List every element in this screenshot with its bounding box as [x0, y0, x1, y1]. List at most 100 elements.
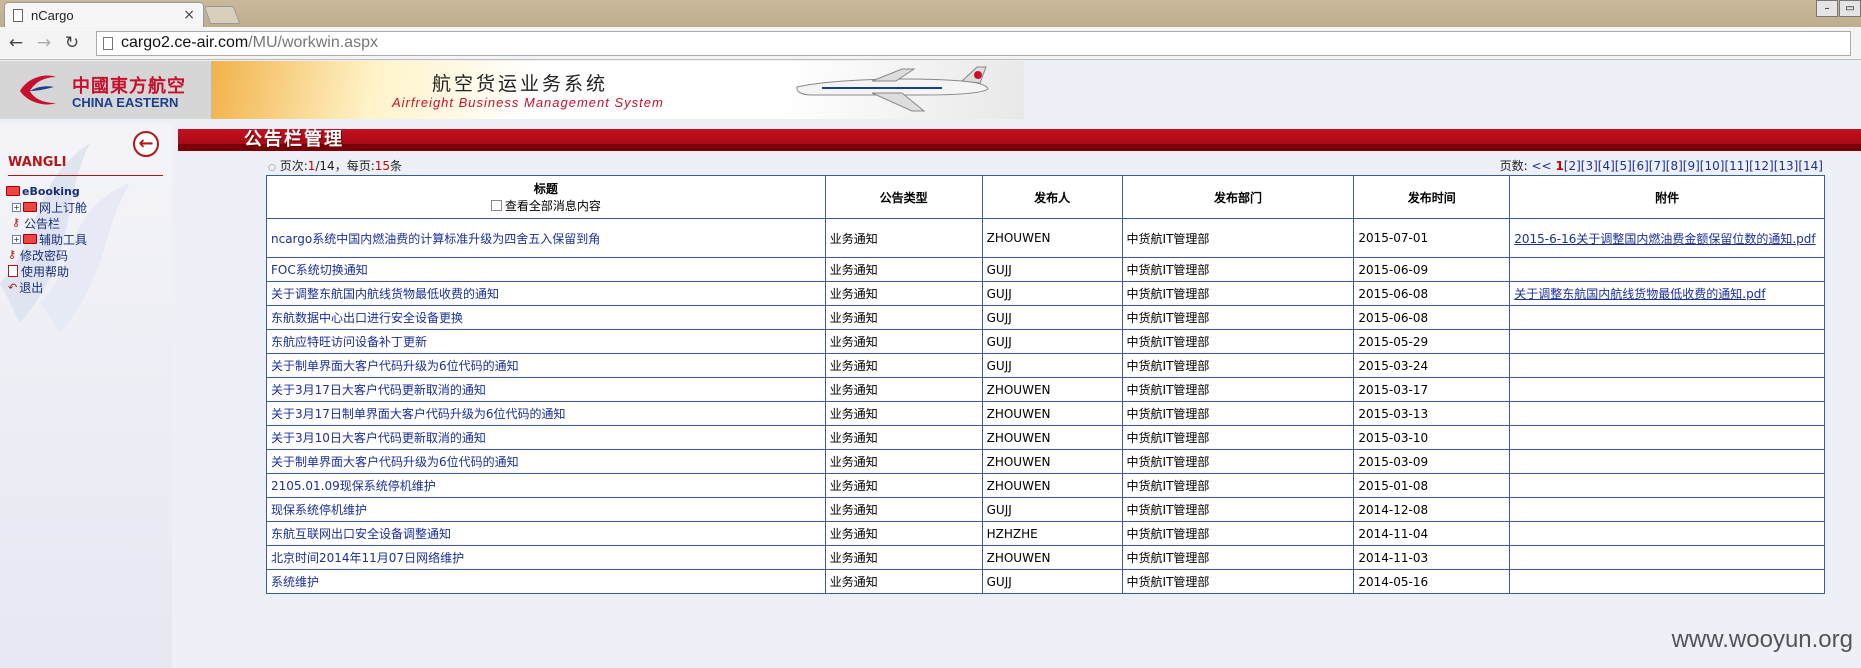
sidebar-item-ebooking[interactable]: eBooking [6, 183, 87, 199]
table-row: 关于3月17日制单界面大客户代码升级为6位代码的通知 业务通知 ZHOUWEN 中货航… [266, 401, 1825, 426]
notice-department: 中货航IT管理部 [1121, 521, 1355, 546]
prev-page-link[interactable]: << [1532, 159, 1552, 173]
per-page: 15 [374, 159, 391, 173]
notice-department: 中货航IT管理部 [1121, 377, 1355, 402]
minimize-button[interactable]: – [1816, 0, 1838, 17]
new-tab-button[interactable] [203, 6, 241, 24]
notice-type: 业务通知 [824, 569, 983, 594]
back-arrow-icon[interactable]: ← [4, 33, 28, 53]
notice-publisher: GUJJ [981, 305, 1123, 330]
attachment-link[interactable]: 2015-6-16关于调整国内燃油费金额保留位数的通知.pdf [1514, 232, 1815, 246]
page-link[interactable]: [10] [1700, 159, 1725, 173]
notice-time: 2014-05-16 [1353, 569, 1511, 594]
sidebar-item-label: eBooking [22, 184, 80, 198]
notice-publisher: GUJJ [981, 569, 1123, 594]
notice-title-link[interactable]: 现保系统停机维护 [266, 497, 826, 522]
view-all-checkbox[interactable] [490, 200, 502, 211]
key-icon: ⚷ [8, 248, 17, 261]
sidebar-item-help[interactable]: 使用帮助 [6, 263, 87, 279]
page-link[interactable]: [5] [1615, 159, 1632, 173]
table-row: FOC系统切换通知 业务通知 GUJJ 中货航IT管理部 2015-06-09 [266, 257, 1825, 282]
column-header-department: 发布部门 [1121, 175, 1355, 219]
current-page-link: 1 [1555, 159, 1564, 173]
expand-icon[interactable]: + [12, 234, 21, 244]
notice-attachment [1509, 497, 1825, 522]
collapse-sidebar-button[interactable]: ← [133, 131, 159, 157]
notice-attachment [1509, 305, 1825, 330]
notice-title-link[interactable]: 关于调整东航国内航线货物最低收费的通知 [266, 281, 826, 306]
page-link[interactable]: [13] [1774, 159, 1799, 173]
notice-department: 中货航IT管理部 [1121, 305, 1355, 330]
notice-title-link[interactable]: 关于制单界面大客户代码升级为6位代码的通知 [266, 449, 826, 474]
help-icon [8, 265, 18, 277]
sidebar-menu: eBooking + 网上订舱 ⚷ 公告栏 + 辅助工具 ⚷ 修改密码 使用帮助… [6, 183, 87, 295]
pagination: 页数: << 1[2][3][4][5][6][7][8][9][10][11]… [1500, 157, 1823, 174]
sidebar-item-tools[interactable]: + 辅助工具 [6, 231, 87, 247]
notice-title-link[interactable]: 东航互联网出口安全设备调整通知 [266, 521, 826, 546]
notice-department: 中货航IT管理部 [1121, 353, 1355, 378]
page-link[interactable]: [12] [1749, 159, 1774, 173]
section-header: 公告栏管理 [178, 129, 1861, 151]
attachment-link[interactable]: 关于调整东航国内航线货物最低收费的通知.pdf [1514, 287, 1765, 301]
page-link[interactable]: [6] [1632, 159, 1649, 173]
notice-title-link[interactable]: 2105.01.09现保系统停机维护 [266, 473, 826, 498]
sidebar-item-change-password[interactable]: ⚷ 修改密码 [6, 247, 87, 263]
swallow-logo-icon [20, 75, 56, 105]
notice-title-link[interactable]: 关于3月10日大客户代码更新取消的通知 [266, 425, 826, 450]
notice-publisher: ZHOUWEN [981, 218, 1123, 258]
page-link[interactable]: [2] [1564, 159, 1581, 173]
notice-title-link[interactable]: 关于3月17日大客户代码更新取消的通知 [266, 377, 826, 402]
page-link[interactable]: [4] [1598, 159, 1615, 173]
forward-arrow-icon[interactable]: → [32, 33, 56, 53]
page-link[interactable]: [14] [1798, 159, 1823, 173]
sidebar-item-exit[interactable]: ↶ 退出 [6, 279, 87, 295]
column-header-attachment: 附件 [1509, 175, 1825, 219]
browser-tab[interactable]: nCargo × [4, 2, 204, 27]
expand-icon[interactable]: + [12, 202, 21, 212]
notice-attachment [1509, 545, 1825, 570]
notice-title-link[interactable]: FOC系统切换通知 [266, 257, 826, 282]
banner-image: 航空货运业务系统 Airfreight Business Management … [212, 61, 1024, 119]
page-link[interactable]: [11] [1724, 159, 1749, 173]
folder-icon [6, 186, 20, 196]
notice-type: 业务通知 [824, 401, 983, 426]
notice-title-link[interactable]: 系统维护 [266, 569, 826, 594]
notice-time: 2015-01-08 [1353, 473, 1511, 498]
tab-title: nCargo [31, 7, 74, 23]
notice-publisher: ZHOUWEN [981, 473, 1123, 498]
table-row: ncargo系统中国内燃油费的计算标准升级为四舍五入保留到角 业务通知 ZHOUWE… [266, 218, 1825, 258]
notice-time: 2015-03-13 [1353, 401, 1511, 426]
key-icon: ⚷ [12, 216, 21, 229]
sidebar-item-online-booking[interactable]: + 网上订舱 [6, 199, 87, 215]
notice-title-link[interactable]: 关于3月17日制单界面大客户代码升级为6位代码的通知 [266, 401, 826, 426]
notice-title-link[interactable]: 关于制单界面大客户代码升级为6位代码的通知 [266, 353, 826, 378]
address-bar[interactable]: cargo2.ce-air.com/MU/workwin.aspx [96, 30, 1851, 56]
notice-title-link[interactable]: ncargo系统中国内燃油费的计算标准升级为四舍五入保留到角 [266, 218, 826, 258]
page-link[interactable]: [7] [1649, 159, 1666, 173]
notice-title-link[interactable]: 东航数据中心出口进行安全设备更换 [266, 305, 826, 330]
notice-department: 中货航IT管理部 [1121, 473, 1355, 498]
notice-publisher: GUJJ [981, 353, 1123, 378]
pager-suffix: 条 [390, 159, 403, 173]
table-row: 关于制单界面大客户代码升级为6位代码的通知 业务通知 ZHOUWEN 中货航IT管理部… [266, 449, 1825, 474]
maximize-button[interactable]: ▭ [1839, 0, 1861, 17]
notice-title-link[interactable]: 东航应特旺访问设备补丁更新 [266, 329, 826, 354]
browser-tabstrip: nCargo × – ▭ [0, 0, 1861, 27]
notice-type: 业务通知 [824, 425, 983, 450]
notice-time: 2014-11-04 [1353, 521, 1511, 546]
notice-publisher: ZHOUWEN [981, 425, 1123, 450]
notice-type: 业务通知 [824, 377, 983, 402]
page-link[interactable]: [8] [1666, 159, 1683, 173]
sidebar-item-label: 辅助工具 [39, 232, 88, 247]
table-row: 2105.01.09现保系统停机维护 业务通知 ZHOUWEN 中货航IT管理部 201… [266, 473, 1825, 498]
page-link[interactable]: [9] [1683, 159, 1700, 173]
notice-title-link[interactable]: 北京时间2014年11月07日网络维护 [266, 545, 826, 570]
tab-close-icon[interactable]: × [183, 7, 195, 23]
system-title-cn: 航空货运业务系统 [432, 73, 609, 95]
notices-table: 标题 查看全部消息内容 公告类型 发布人 发布部门 发布时间 附件 ncargo… [266, 175, 1825, 594]
sidebar-item-bulletin[interactable]: ⚷ 公告栏 [6, 215, 87, 231]
page-link[interactable]: [3] [1581, 159, 1598, 173]
reload-icon[interactable]: ↻ [60, 33, 84, 53]
notice-type: 业务通知 [824, 305, 983, 330]
notice-department: 中货航IT管理部 [1121, 449, 1355, 474]
